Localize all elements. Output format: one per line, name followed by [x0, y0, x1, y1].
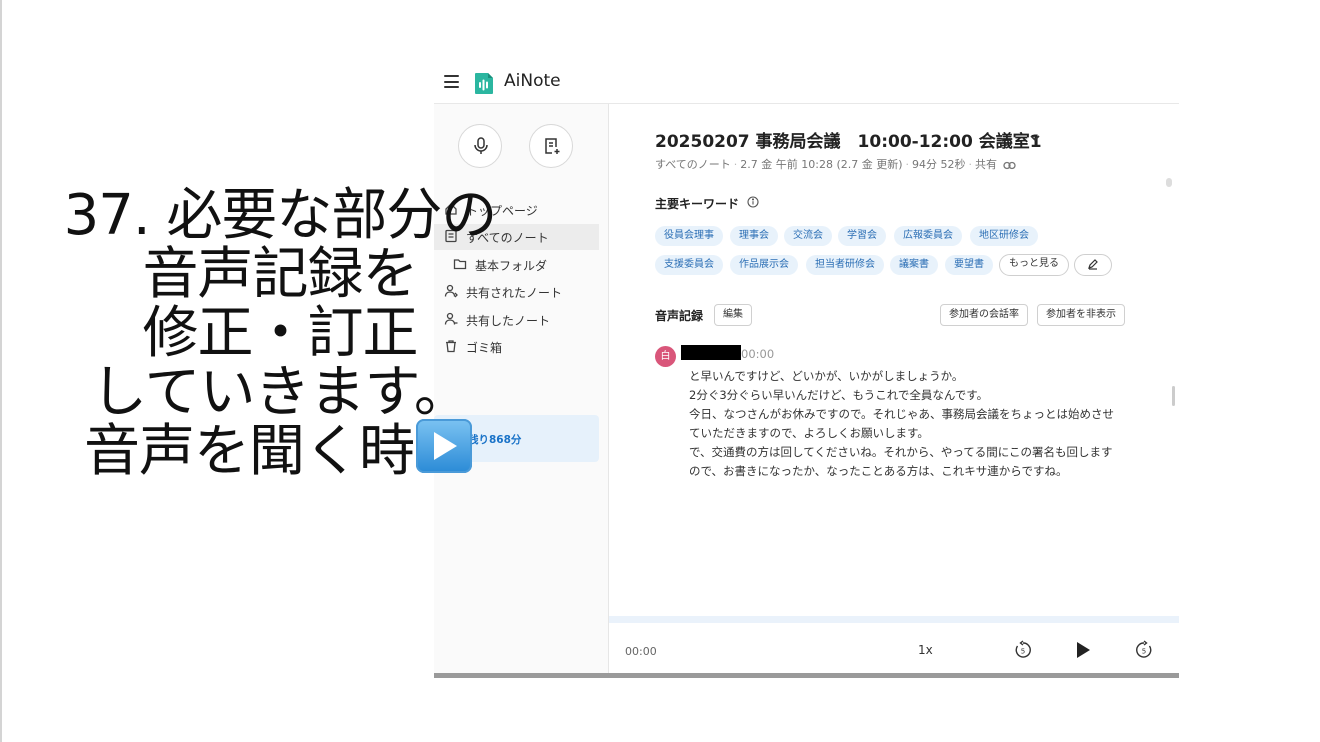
rewind-5-icon[interactable]: 5	[1013, 640, 1033, 660]
note-title[interactable]: 20250207 事務局会議 10:00-12:00 会議室1	[655, 127, 1042, 152]
menu-icon[interactable]	[444, 75, 459, 88]
svg-text:5: 5	[1142, 648, 1146, 656]
caption-line: 音声記録を	[142, 242, 419, 307]
app-window: AiNote トップページ すべてのノート 基本フォルダ 共有されたノート 共有…	[434, 62, 1179, 678]
transcript-line[interactable]: ていただきますので、よろしくお願いします。	[689, 425, 929, 441]
audio-player: 00:00 1x 5 5	[609, 616, 1179, 678]
keyword-chip[interactable]: 学習会	[838, 226, 886, 246]
transcript-heading: 音声記録	[655, 309, 704, 323]
caption-line: 37. 必要な部分の	[63, 183, 498, 248]
note-duration: 94分 52秒	[912, 158, 966, 171]
keyword-chip[interactable]: 議案書	[890, 255, 938, 275]
forward-5-icon[interactable]: 5	[1134, 640, 1154, 660]
keywords-heading: 主要キーワード	[655, 197, 740, 211]
transcript-line[interactable]: 今日、なつさんがお休みですので。それじゃあ、事務局会議をちょっとは始めさせ	[689, 406, 1114, 422]
keyword-chip[interactable]: 担当者研修会	[806, 255, 884, 275]
keyword-chip[interactable]: 役員会理事	[655, 226, 723, 246]
keyword-chip[interactable]: 地区研修会	[970, 226, 1038, 246]
ainote-logo-icon	[475, 73, 493, 94]
chevron-down-icon[interactable]	[1029, 133, 1041, 143]
keyword-chip[interactable]: 支援委員会	[655, 255, 723, 275]
scrollbar-thumb[interactable]	[1172, 386, 1175, 406]
caption-line: していきます。	[91, 360, 470, 425]
edit-keywords-button[interactable]	[1074, 254, 1112, 276]
new-note-button[interactable]	[529, 124, 573, 168]
keyword-chip[interactable]: 作品展示会	[730, 255, 798, 275]
new-note-icon	[545, 138, 560, 154]
microphone-icon	[474, 137, 488, 154]
caption-line: 修正・訂正	[142, 301, 419, 366]
segment-timestamp[interactable]: 00:00	[741, 347, 774, 361]
playback-speed-button[interactable]: 1x	[918, 643, 933, 657]
share-link[interactable]: 共有	[975, 158, 997, 171]
speaker-rate-button[interactable]: 参加者の会話率	[940, 304, 1028, 326]
note-meta: すべてのノート · 2.7 金 午前 10:28 (2.7 金 更新) · 94分 52…	[655, 156, 1016, 172]
player-time: 00:00	[625, 645, 657, 658]
keyword-chip[interactable]: 理事会	[730, 226, 778, 246]
play-icon[interactable]	[1072, 639, 1094, 661]
pencil-icon	[1088, 259, 1098, 270]
keyword-chip[interactable]: 広報委員会	[894, 226, 962, 246]
speaker-avatar: 白	[655, 346, 676, 367]
svg-text:5: 5	[1021, 648, 1025, 656]
top-bar: AiNote	[434, 62, 1179, 104]
hide-participants-button[interactable]: 参加者を非表示	[1037, 304, 1125, 326]
link-icon[interactable]	[1002, 161, 1016, 170]
window-bottom-edge	[434, 673, 1179, 678]
breadcrumb[interactable]: すべてのノート	[655, 158, 731, 171]
redacted-speaker-name	[681, 345, 741, 360]
transcript-line[interactable]: と早いんですけど、どいかが、いかがしましょうか。	[689, 368, 963, 384]
keyword-chip[interactable]: 要望書	[945, 255, 993, 275]
more-keywords-button[interactable]: もっと見る	[999, 254, 1069, 276]
transcript-line[interactable]: で、交通費の方は回してくださいね。それから、やってる間にこの署名も回します	[689, 444, 1113, 460]
info-icon[interactable]	[747, 196, 759, 208]
transcript-line[interactable]: 2分ぐ3分ぐらい早いんだけど、もうこれで全員なんです。	[689, 387, 988, 403]
page-edge	[0, 0, 2, 742]
keyword-chip[interactable]: 交流会	[784, 226, 832, 246]
edit-transcript-button[interactable]: 編集	[714, 304, 752, 326]
note-date: 2.7 金 午前 10:28 (2.7 金 更新)	[740, 158, 903, 171]
scrollbar-top[interactable]	[1166, 178, 1172, 187]
note-main: 20250207 事務局会議 10:00-12:00 会議室1 すべてのノート ·…	[609, 104, 1179, 678]
transcript-line[interactable]: ので、お書きになったか、なったことある方は、これキサ連からですね。	[689, 463, 1067, 479]
play-button-emoji-icon	[416, 419, 472, 473]
app-brand: AiNote	[504, 71, 561, 91]
record-button[interactable]	[458, 124, 502, 168]
